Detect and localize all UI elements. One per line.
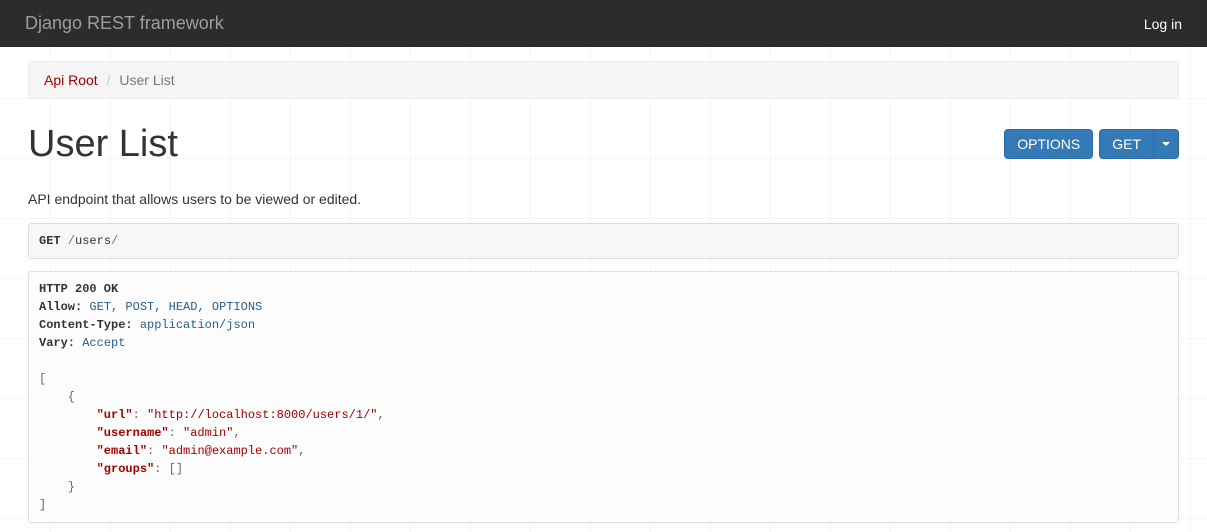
- body-object-close: }: [39, 480, 75, 494]
- page-title: User List: [28, 117, 178, 171]
- value-url[interactable]: "http://localhost:8000/users/1/": [147, 408, 377, 422]
- request-method: GET: [39, 234, 61, 248]
- navbar-brand[interactable]: Django REST framework: [25, 11, 224, 37]
- get-button-group: GET: [1099, 129, 1179, 159]
- breadcrumb: Api Root / User List: [28, 61, 1179, 99]
- action-buttons: OPTIONS GET: [1004, 129, 1179, 159]
- value-groups: []: [169, 462, 183, 476]
- login-link[interactable]: Log in: [1144, 14, 1182, 34]
- value-username: "admin": [183, 426, 233, 440]
- request-path-mid: users: [75, 234, 111, 248]
- options-button[interactable]: OPTIONS: [1004, 129, 1093, 159]
- header-allow-key: Allow:: [39, 300, 82, 314]
- request-box: GET /users/: [28, 223, 1179, 259]
- body-object-open: {: [39, 390, 75, 404]
- response-box: HTTP 200 OK Allow: GET, POST, HEAD, OPTI…: [28, 271, 1179, 523]
- body-bracket-open: [: [39, 372, 46, 386]
- header-allow-value: GET, POST, HEAD, OPTIONS: [89, 300, 262, 314]
- header-contenttype-value: application/json: [140, 318, 255, 332]
- get-dropdown-toggle[interactable]: [1154, 129, 1179, 159]
- breadcrumb-separator: /: [102, 72, 116, 88]
- header-vary-value: Accept: [82, 336, 125, 350]
- caret-down-icon: [1162, 142, 1170, 146]
- navbar: Django REST framework Log in: [0, 0, 1207, 47]
- header-vary-key: Vary:: [39, 336, 75, 350]
- breadcrumb-root[interactable]: Api Root: [44, 72, 98, 88]
- body-bracket-close: ]: [39, 498, 46, 512]
- key-username: "username": [97, 426, 169, 440]
- value-email: "admin@example.com": [161, 444, 298, 458]
- get-button[interactable]: GET: [1099, 129, 1154, 159]
- endpoint-description: API endpoint that allows users to be vie…: [28, 189, 1179, 209]
- request-path-pre: /: [61, 234, 75, 248]
- breadcrumb-current: User List: [119, 72, 174, 88]
- request-path-suf: /: [111, 234, 118, 248]
- key-email: "email": [97, 444, 147, 458]
- key-url: "url": [97, 408, 133, 422]
- header-contenttype-key: Content-Type:: [39, 318, 133, 332]
- response-status: HTTP 200 OK: [39, 282, 118, 296]
- key-groups: "groups": [97, 462, 155, 476]
